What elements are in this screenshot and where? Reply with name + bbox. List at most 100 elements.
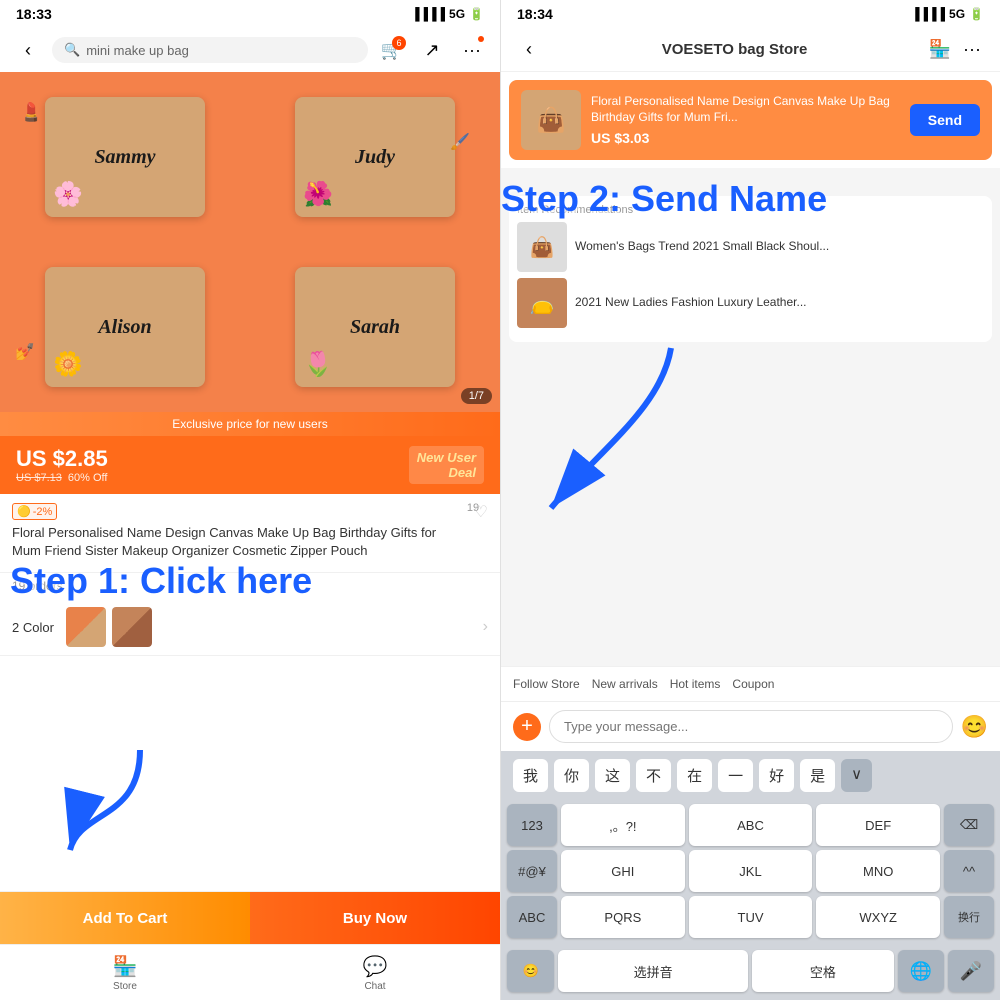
orders-text: 19 orders <box>0 573 500 599</box>
swatch-orange[interactable] <box>66 607 106 647</box>
step2-arrow <box>521 328 721 533</box>
key-emoji-bottom[interactable]: 😊 <box>507 950 554 992</box>
heart-icon[interactable]: ♡ <box>474 502 488 522</box>
search-icon: 🔍 <box>64 42 80 58</box>
key-mno[interactable]: MNO <box>816 850 940 892</box>
quick-word-7[interactable]: 是 <box>800 759 835 792</box>
keyboard-area: 我 你 这 不 在 一 好 是 ∨ 123 ,。?! ABC DEF ⌫ #@¥… <box>501 751 1000 1000</box>
key-ghi[interactable]: GHI <box>561 850 685 892</box>
bag-name-judy: Judy <box>355 146 395 169</box>
left-top-nav: ‹ 🔍 mini make up bag 🛒 6 ↗ ··· <box>0 28 500 72</box>
left-signal-type: 5G <box>449 7 465 21</box>
bag-judy: 🌺 Judy <box>250 72 500 242</box>
rec-item-2[interactable]: 👝 2021 New Ladies Fashion Luxury Leather… <box>517 278 984 328</box>
key-enter-top[interactable]: ^^ <box>944 850 994 892</box>
send-button[interactable]: Send <box>910 104 980 136</box>
share-button[interactable]: ↗ <box>416 34 448 66</box>
quick-word-2[interactable]: 这 <box>595 759 630 792</box>
swatch-brown[interactable] <box>112 607 152 647</box>
item-recommendations: Item Recommendations 👜 Women's Bags Tren… <box>509 196 992 342</box>
new-user-badge: New UserDeal <box>409 446 484 484</box>
tab-hot-items[interactable]: Hot items <box>670 675 721 693</box>
add-to-cart-button[interactable]: Add To Cart <box>0 892 250 944</box>
more-button[interactable]: ··· <box>456 34 488 66</box>
image-counter: 1/7 <box>461 388 492 404</box>
rec-thumb-1: 👜 <box>517 222 567 272</box>
tab-coupon[interactable]: Coupon <box>732 675 774 693</box>
chevron-expand-key[interactable]: ∨ <box>841 759 872 792</box>
chevron-right-icon: › <box>483 618 488 636</box>
store-icon: 🏪 <box>113 954 138 979</box>
color-label: 2 Color <box>12 620 54 635</box>
bottom-nav: 🏪 Store 💬 Chat <box>0 944 500 1000</box>
rec-thumb-2: 👝 <box>517 278 567 328</box>
left-signal-area: ▐▐▐▐ 5G 🔋 <box>411 7 484 21</box>
key-wxyz[interactable]: WXYZ <box>816 896 940 938</box>
right-signal-area: ▐▐▐▐ 5G 🔋 <box>911 7 984 21</box>
quick-word-1[interactable]: 你 <box>554 759 589 792</box>
buy-now-button[interactable]: Buy Now <box>250 892 500 944</box>
key-space[interactable]: 空格 <box>752 950 894 992</box>
key-pinyin[interactable]: 选拼音 <box>558 950 748 992</box>
key-abc-switch[interactable]: ABC <box>507 896 557 938</box>
makeup-decoration-3: 💅 <box>15 342 35 362</box>
action-buttons: Add To Cart Buy Now <box>0 892 500 944</box>
color-section[interactable]: 2 Color › <box>0 599 500 656</box>
product-card-info: Floral Personalised Name Design Canvas M… <box>591 94 900 145</box>
price-row: US $2.85 US $7.13 60% Off New UserDeal <box>0 436 500 494</box>
left-status-bar: 18:33 ▐▐▐▐ 5G 🔋 <box>0 0 500 28</box>
message-input[interactable] <box>549 710 953 743</box>
rec-title: Item Recommendations <box>517 204 984 216</box>
product-image-grid: 🌸 Sammy 🌺 Judy 🌼 Alison <box>0 72 500 412</box>
chat-product-price: US $3.03 <box>591 130 900 146</box>
quick-word-6[interactable]: 好 <box>759 759 794 792</box>
quick-word-0[interactable]: 我 <box>513 759 548 792</box>
color-swatches <box>66 607 483 647</box>
quick-word-5[interactable]: 一 <box>718 759 753 792</box>
store-icon-right[interactable]: 🏪 <box>924 34 956 66</box>
bag-name-sarah: Sarah <box>350 316 400 339</box>
mic-key[interactable]: 🎤 <box>948 950 994 992</box>
tab-new-arrivals[interactable]: New arrivals <box>592 675 658 693</box>
right-signal-bars-icon: ▐▐▐▐ <box>911 7 945 21</box>
chat-area: Step 2: Send Name Item Recommendations 👜… <box>501 168 1000 666</box>
chat-product-title: Floral Personalised Name Design Canvas M… <box>591 94 900 125</box>
more-badge <box>478 36 484 42</box>
key-abc[interactable]: ABC <box>689 804 813 846</box>
cart-button[interactable]: 🛒 6 <box>376 34 408 66</box>
chat-input-row: + 😊 <box>501 701 1000 751</box>
flowers-icon-2: 🌺 <box>303 180 333 209</box>
product-title: Floral Personalised Name Design Canvas M… <box>12 524 450 560</box>
chat-nav-item[interactable]: 💬 Chat <box>250 945 500 1000</box>
quick-word-4[interactable]: 在 <box>677 759 712 792</box>
key-jkl[interactable]: JKL <box>689 850 813 892</box>
back-button[interactable]: ‹ <box>12 34 44 66</box>
bag-name-alison: Alison <box>98 316 151 339</box>
key-123[interactable]: 123 <box>507 804 557 846</box>
bottom-keyboard-row: 😊 选拼音 空格 🌐 🎤 <box>501 946 1000 1000</box>
right-back-button[interactable]: ‹ <box>513 34 545 66</box>
key-def[interactable]: DEF <box>816 804 940 846</box>
emoji-button[interactable]: 😊 <box>961 714 988 740</box>
key-tuv[interactable]: TUV <box>689 896 813 938</box>
key-delete[interactable]: ⌫ <box>944 804 994 846</box>
quick-word-3[interactable]: 不 <box>636 759 671 792</box>
bag-sammy: 🌸 Sammy <box>0 72 250 242</box>
left-time: 18:33 <box>16 6 52 22</box>
right-battery-icon: 🔋 <box>969 7 984 21</box>
product-thumb: 👜 <box>521 90 581 150</box>
tab-follow-store[interactable]: Follow Store <box>513 675 580 693</box>
key-newline[interactable]: 换行 <box>944 896 994 938</box>
search-bar[interactable]: 🔍 mini make up bag <box>52 37 368 63</box>
key-punct[interactable]: ,。?! <box>561 804 685 846</box>
right-more-button[interactable]: ··· <box>956 34 988 66</box>
key-pqrs[interactable]: PQRS <box>561 896 685 938</box>
plus-button[interactable]: + <box>513 713 541 741</box>
key-special[interactable]: #@¥ <box>507 850 557 892</box>
quick-words-row: 我 你 这 不 在 一 好 是 ∨ <box>501 751 1000 800</box>
store-nav-item[interactable]: 🏪 Store <box>0 945 250 1000</box>
product-tag: 🟡 -2% <box>12 503 57 520</box>
globe-key[interactable]: 🌐 <box>898 950 944 992</box>
step1-arrow <box>60 740 180 865</box>
rec-item-1[interactable]: 👜 Women's Bags Trend 2021 Small Black Sh… <box>517 222 984 272</box>
